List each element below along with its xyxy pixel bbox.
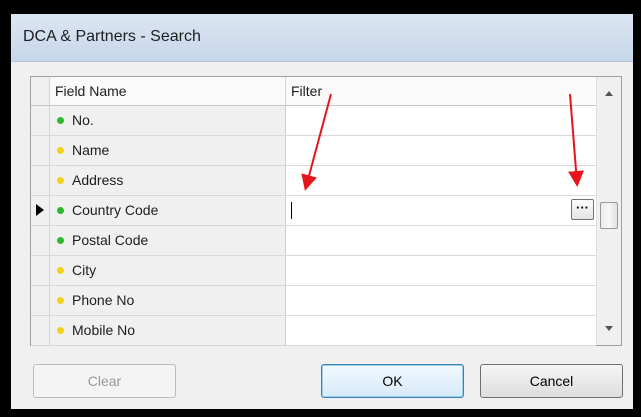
row-selector-cell[interactable] (31, 106, 50, 135)
dialog-content: Field Name Filter No. Name Address Country … (11, 62, 633, 409)
title-bar: DCA & Partners - Search (11, 14, 633, 62)
field-name-label: Name (72, 142, 110, 158)
field-name-cell: Address (50, 166, 286, 195)
green-dot-icon (57, 117, 64, 124)
yellow-dot-icon (57, 327, 64, 334)
filter-cell[interactable] (286, 166, 596, 195)
table-row[interactable]: Phone No (31, 286, 596, 316)
field-name-cell: City (50, 256, 286, 285)
field-name-label: Address (72, 172, 124, 188)
column-header-filter[interactable]: Filter (286, 77, 596, 105)
field-name-label: Phone No (72, 292, 135, 308)
vertical-scrollbar[interactable] (596, 77, 621, 345)
field-name-label: Postal Code (72, 232, 149, 248)
table-row[interactable]: Address (31, 166, 596, 196)
field-name-cell: Country Code (50, 196, 286, 225)
field-name-cell: Mobile No (50, 316, 286, 345)
yellow-dot-icon (57, 177, 64, 184)
current-row-pointer-icon (36, 204, 44, 216)
grid-rows: No. Name Address Country Code ··· Postal Code… (31, 106, 596, 346)
lookup-ellipsis-button[interactable]: ··· (571, 199, 594, 220)
filter-cell[interactable]: ··· (286, 196, 596, 225)
table-row[interactable]: Country Code ··· (31, 196, 596, 226)
ok-button[interactable]: OK (321, 364, 464, 398)
field-name-label: No. (72, 112, 94, 128)
field-name-cell: Phone No (50, 286, 286, 315)
green-dot-icon (57, 207, 64, 214)
row-selector-cell[interactable] (31, 256, 50, 285)
table-row[interactable]: Mobile No (31, 316, 596, 346)
window-title: DCA & Partners - Search (23, 28, 201, 45)
grid-header: Field Name Filter (31, 77, 596, 106)
field-name-cell: No. (50, 106, 286, 135)
table-row[interactable]: Postal Code (31, 226, 596, 256)
row-selector-cell[interactable] (31, 166, 50, 195)
filter-cell[interactable] (286, 106, 596, 135)
scroll-down-arrow-icon[interactable] (605, 326, 613, 331)
clear-button[interactable]: Clear (33, 364, 176, 398)
filter-cell[interactable] (286, 136, 596, 165)
header-selector-cell (31, 77, 50, 105)
yellow-dot-icon (57, 147, 64, 154)
row-selector-cell[interactable] (31, 316, 50, 345)
filter-grid: Field Name Filter No. Name Address Country … (30, 76, 622, 346)
filter-cell[interactable] (286, 286, 596, 315)
field-name-label: Country Code (72, 202, 159, 218)
field-name-label: Mobile No (72, 322, 136, 338)
row-selector-cell[interactable] (31, 196, 50, 225)
row-selector-cell[interactable] (31, 136, 50, 165)
text-caret (291, 202, 292, 219)
field-name-cell: Postal Code (50, 226, 286, 255)
yellow-dot-icon (57, 297, 64, 304)
cancel-button[interactable]: Cancel (480, 364, 623, 398)
filter-cell[interactable] (286, 316, 596, 345)
scroll-up-arrow-icon[interactable] (605, 91, 613, 96)
yellow-dot-icon (57, 267, 64, 274)
row-selector-cell[interactable] (31, 286, 50, 315)
field-name-label: City (72, 262, 97, 278)
scrollbar-thumb[interactable] (600, 202, 618, 229)
filter-cell[interactable] (286, 256, 596, 285)
table-row[interactable]: City (31, 256, 596, 286)
field-name-cell: Name (50, 136, 286, 165)
row-selector-cell[interactable] (31, 226, 50, 255)
table-row[interactable]: No. (31, 106, 596, 136)
filter-cell[interactable] (286, 226, 596, 255)
search-dialog: DCA & Partners - Search Field Name Filte… (11, 14, 633, 409)
table-row[interactable]: Name (31, 136, 596, 166)
column-header-field-name[interactable]: Field Name (50, 77, 286, 105)
green-dot-icon (57, 237, 64, 244)
